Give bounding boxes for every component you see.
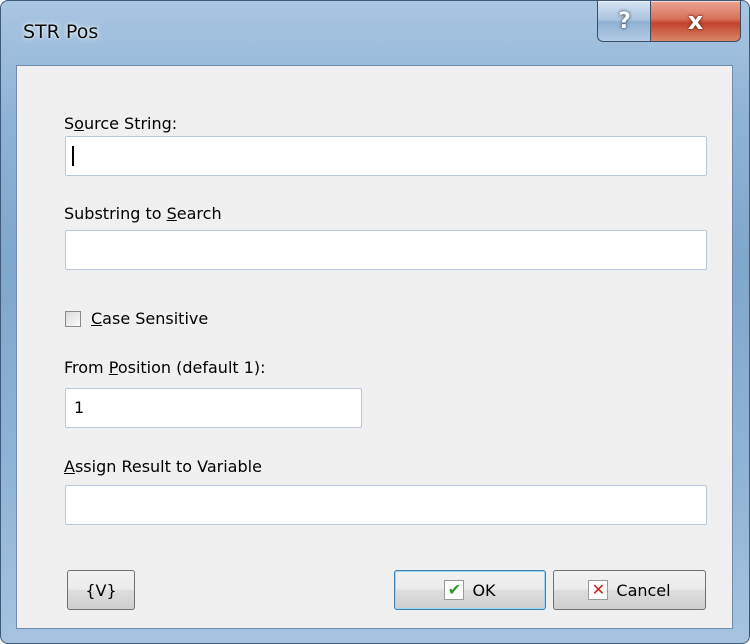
assign-result-input[interactable] [65, 485, 707, 525]
cancel-button[interactable]: ✕ Cancel [553, 570, 706, 610]
case-sensitive-checkbox[interactable] [65, 311, 81, 327]
assign-result-label: Assign Result to Variable [64, 457, 262, 476]
check-icon: ✔ [444, 580, 465, 600]
from-position-input[interactable]: 1 [65, 388, 362, 428]
close-icon: x [687, 7, 704, 35]
window-title: STR Pos [23, 21, 99, 43]
substring-label: Substring to Search [64, 204, 222, 223]
variables-button-label: {V} [85, 580, 117, 600]
ok-button-label: OK [472, 580, 496, 600]
dialog-window: STR Pos ? x Source String: Substring to … [0, 0, 750, 644]
text-caret [72, 146, 74, 166]
help-icon: ? [618, 8, 631, 34]
x-icon: ✕ [588, 580, 609, 600]
close-button[interactable]: x [650, 1, 741, 42]
from-position-label: From Position (default 1): [64, 358, 266, 377]
substring-input[interactable] [65, 230, 707, 270]
ok-button[interactable]: ✔ OK [394, 570, 546, 610]
case-sensitive-label[interactable]: Case Sensitive [91, 309, 208, 328]
dialog-body: Source String: Substring to Search Case … [16, 65, 733, 629]
variables-button[interactable]: {V} [67, 570, 135, 610]
cancel-button-label: Cancel [616, 580, 671, 600]
source-string-input[interactable] [65, 136, 707, 176]
help-button[interactable]: ? [597, 1, 652, 42]
source-string-label: Source String: [64, 114, 178, 133]
